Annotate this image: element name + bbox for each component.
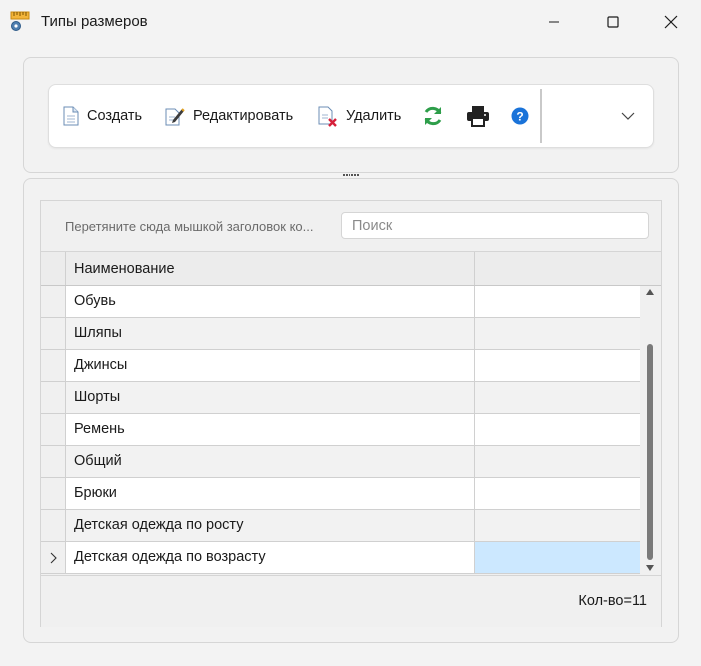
row-indicator[interactable] [41, 382, 66, 414]
cell-name: Обувь [66, 286, 475, 318]
print-button[interactable] [466, 85, 490, 147]
svg-text:?: ? [516, 110, 523, 124]
scrollbar-thumb[interactable] [647, 344, 653, 560]
row-indicator[interactable] [41, 542, 66, 574]
cell-name-text: Детская одежда по росту [74, 517, 244, 533]
cell-name-text: Шляпы [74, 325, 122, 341]
delete-button[interactable]: Удалить [318, 85, 401, 147]
toolbar-separator [540, 89, 542, 143]
refresh-button[interactable] [422, 85, 444, 147]
toolbar: Создать Редактировать Удалить ? [48, 84, 654, 148]
cell-extra[interactable] [475, 510, 640, 542]
row-indicator[interactable] [41, 414, 66, 446]
header-indicator-cell [41, 252, 66, 285]
vertical-scrollbar[interactable] [643, 285, 657, 575]
cell-name-text: Ремень [74, 421, 125, 437]
row-indicator[interactable] [41, 318, 66, 350]
cell-name-text: Брюки [74, 485, 117, 501]
table-row[interactable]: Детская одежда по росту [41, 510, 641, 542]
row-indicator[interactable] [41, 478, 66, 510]
scroll-up-icon[interactable] [645, 288, 655, 296]
scroll-down-icon[interactable] [645, 564, 655, 572]
title-bar: Типы размеров [0, 0, 701, 44]
cell-name: Брюки [66, 478, 475, 510]
minimize-button[interactable] [532, 6, 576, 38]
cell-name: Джинсы [66, 350, 475, 382]
create-label: Создать [87, 108, 143, 124]
column-header-extra[interactable] [475, 252, 661, 285]
table-row[interactable]: Ремень [41, 414, 641, 446]
cell-extra[interactable] [475, 350, 640, 382]
new-document-icon [63, 106, 79, 126]
row-indicator[interactable] [41, 510, 66, 542]
grid-rows: Обувь Шляпы Джинсы Шорты Ремень Общий Бр… [41, 286, 641, 574]
table-row[interactable]: Шляпы [41, 318, 641, 350]
cell-name: Общий [66, 446, 475, 478]
cell-extra[interactable] [475, 382, 640, 414]
cell-name-text: Шорты [74, 389, 121, 405]
close-icon [664, 15, 678, 29]
help-button[interactable]: ? [511, 85, 529, 147]
group-panel-hint[interactable]: Перетяните сюда мышкой заголовок ко... [65, 219, 313, 234]
cell-name: Детская одежда по возрасту [66, 542, 475, 574]
cell-name: Детская одежда по росту [66, 510, 475, 542]
cell-name-text: Общий [74, 453, 122, 469]
maximize-icon [607, 16, 619, 28]
table-row[interactable]: Обувь [41, 286, 641, 318]
cell-extra[interactable] [475, 446, 640, 478]
edit-label: Редактировать [193, 108, 294, 124]
cell-extra[interactable] [475, 318, 640, 350]
column-header-name[interactable]: Наименование [66, 252, 475, 285]
table-row[interactable]: Брюки [41, 478, 641, 510]
delete-label: Удалить [346, 108, 402, 124]
record-count: Кол-во=11 [578, 593, 647, 609]
splitter-handle[interactable] [343, 174, 359, 177]
cell-name-text: Обувь [74, 293, 116, 309]
table-row[interactable]: Шорты [41, 382, 641, 414]
column-header-label: Наименование [74, 261, 175, 277]
edit-document-icon [165, 108, 185, 126]
row-indicator[interactable] [41, 350, 66, 382]
data-grid: Перетяните сюда мышкой заголовок ко... Н… [40, 200, 662, 627]
chevron-down-icon [621, 112, 635, 120]
search-input[interactable] [341, 212, 649, 239]
current-row-arrow-icon [50, 552, 57, 563]
cell-name: Шорты [66, 382, 475, 414]
maximize-button[interactable] [591, 6, 635, 38]
cell-extra[interactable] [475, 286, 640, 318]
grid-footer: Кол-во=11 [41, 575, 661, 627]
help-icon: ? [511, 107, 529, 125]
refresh-icon [424, 106, 442, 126]
window-title: Типы размеров [41, 13, 148, 30]
printer-icon [467, 106, 489, 127]
edit-button[interactable]: Редактировать [165, 85, 293, 147]
grid-header: Наименование [41, 251, 661, 286]
row-indicator[interactable] [41, 286, 66, 318]
minimize-icon [549, 21, 559, 23]
close-button[interactable] [649, 6, 693, 38]
cell-name: Шляпы [66, 318, 475, 350]
cell-extra[interactable] [475, 414, 640, 446]
cell-name-text: Джинсы [74, 357, 128, 373]
cell-extra[interactable] [475, 478, 640, 510]
cell-name-text: Детская одежда по возрасту [74, 549, 266, 565]
toolbar-more-button[interactable] [621, 85, 635, 147]
delete-document-icon [318, 106, 337, 127]
row-indicator[interactable] [41, 446, 66, 478]
cell-name: Ремень [66, 414, 475, 446]
cell-extra[interactable] [475, 542, 640, 574]
table-row-selected[interactable]: Детская одежда по возрасту [41, 542, 641, 574]
ruler-gear-icon [10, 11, 30, 31]
create-button[interactable]: Создать [63, 85, 142, 147]
table-row[interactable]: Общий [41, 446, 641, 478]
table-row[interactable]: Джинсы [41, 350, 641, 382]
